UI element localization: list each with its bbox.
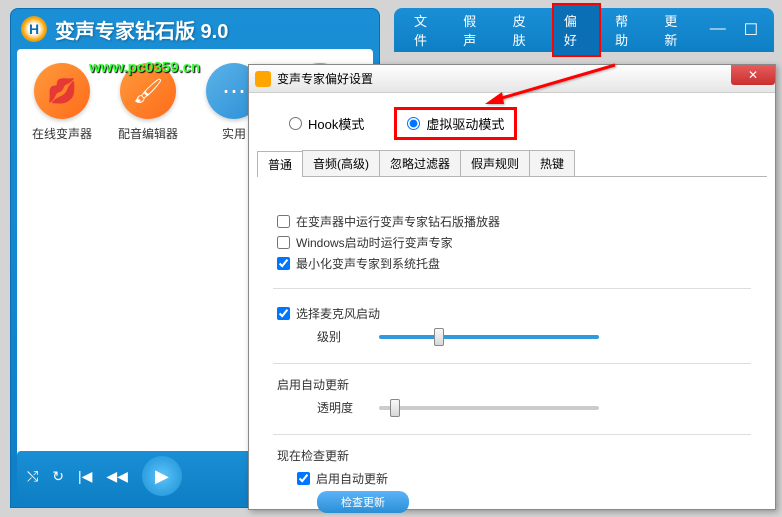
checkbox-windows-startup[interactable] (277, 236, 290, 249)
close-button[interactable]: ✕ (731, 65, 775, 85)
level-slider[interactable] (379, 335, 599, 339)
rewind-icon[interactable]: ◀◀ (106, 468, 128, 485)
repeat-icon[interactable]: ↻ (52, 468, 64, 485)
menu-file[interactable]: 文件 (404, 5, 449, 55)
checkbox-label: Windows启动时运行变声专家 (296, 234, 453, 251)
radio-hook-label: Hook模式 (308, 114, 364, 133)
checkbox-label: 选择麦克风启动 (296, 305, 380, 322)
menu-preferences[interactable]: 偏好 (552, 3, 601, 57)
slider-mic-level: 级别 (317, 328, 747, 345)
radio-hook-mode[interactable]: Hook模式 (289, 114, 364, 133)
radio-virtual-label: 虚拟驱动模式 (426, 114, 504, 133)
checkbox-label: 在变声器中运行变声专家钻石版播放器 (296, 213, 500, 230)
annotation-arrow (480, 60, 620, 115)
radio-hook-input[interactable] (289, 117, 302, 130)
menu-falsetto[interactable]: 假声 (453, 5, 498, 55)
check-update-button[interactable]: 检查更新 (317, 491, 409, 513)
maximize-icon[interactable]: ☐ (738, 18, 764, 42)
shuffle-icon[interactable]: ⤭ (27, 468, 38, 485)
group-auto-update: 启用自动更新 透明度 (273, 363, 751, 434)
tool-label: 在线变声器 (32, 125, 92, 142)
dialog-icon (255, 71, 271, 87)
dialog-title-text: 变声专家偏好设置 (277, 70, 373, 87)
slider-thumb[interactable] (390, 399, 400, 417)
menu-help[interactable]: 帮助 (605, 5, 650, 55)
checkbox-run-player[interactable] (277, 215, 290, 228)
preferences-dialog: 变声专家偏好设置 ✕ Hook模式 虚拟驱动模式 普通 音频(高级) 忽略过滤器… (248, 64, 776, 510)
tab-ignore-filter[interactable]: 忽略过滤器 (379, 150, 461, 176)
opacity-slider[interactable] (379, 406, 599, 410)
checkbox-mic-select[interactable] (277, 307, 290, 320)
group-check-update: 现在检查更新 启用自动更新 检查更新 (273, 434, 751, 517)
tool-label: 实用 (222, 125, 246, 142)
minimize-icon[interactable]: — (704, 18, 732, 42)
radio-virtual-input[interactable] (407, 117, 420, 130)
tabs-bar: 普通 音频(高级) 忽略过滤器 假声规则 热键 (257, 150, 767, 177)
menu-skin[interactable]: 皮肤 (503, 5, 548, 55)
group-microphone: 选择麦克风启动 级别 (273, 288, 751, 363)
check-run-player[interactable]: 在变声器中运行变声专家钻石版播放器 (277, 213, 747, 230)
app-title: 变声专家钻石版 9.0 (55, 15, 228, 44)
check-mic-select[interactable]: 选择麦克风启动 (277, 305, 747, 322)
check-windows-startup[interactable]: Windows启动时运行变声专家 (277, 234, 747, 251)
tab-falsetto-rules[interactable]: 假声规则 (460, 150, 530, 176)
slider-label: 透明度 (317, 399, 367, 416)
tab-audio-advanced[interactable]: 音频(高级) (302, 150, 380, 176)
tool-label: 配音编辑器 (118, 125, 178, 142)
group-title: 启用自动更新 (277, 376, 747, 393)
menu-update[interactable]: 更新 (654, 5, 699, 55)
watermark-text: www.pc0359.cn (89, 59, 200, 76)
play-button[interactable]: ▶ (142, 456, 182, 496)
group-startup: 在变声器中运行变声专家钻石版播放器 Windows启动时运行变声专家 最小化变声… (273, 197, 751, 288)
slider-label: 级别 (317, 328, 367, 345)
slider-thumb[interactable] (434, 328, 444, 346)
checkbox-label: 最小化变声专家到系统托盘 (296, 255, 440, 272)
title-bar: 变声专家钻石版 9.0 (11, 9, 379, 49)
group-title: 现在检查更新 (277, 447, 747, 464)
lips-icon: 💋 (34, 63, 90, 119)
tab-general[interactable]: 普通 (257, 151, 303, 177)
tab-content-general: 在变声器中运行变声专家钻石版播放器 Windows启动时运行变声专家 最小化变声… (249, 177, 775, 517)
prev-icon[interactable]: |◀ (78, 468, 92, 485)
app-logo-icon (21, 16, 47, 42)
menu-bar-window: 文件 假声 皮肤 偏好 帮助 更新 — ☐ (394, 8, 774, 52)
checkbox-label: 启用自动更新 (316, 470, 388, 487)
checkbox-auto-update[interactable] (297, 472, 310, 485)
checkbox-minimize-tray[interactable] (277, 257, 290, 270)
tool-online-voice-changer[interactable]: 💋 在线变声器 (27, 63, 97, 142)
check-minimize-tray[interactable]: 最小化变声专家到系统托盘 (277, 255, 747, 272)
check-enable-auto-update[interactable]: 启用自动更新 (297, 470, 747, 487)
tab-hotkeys[interactable]: 热键 (529, 150, 575, 176)
slider-opacity: 透明度 (317, 399, 747, 416)
